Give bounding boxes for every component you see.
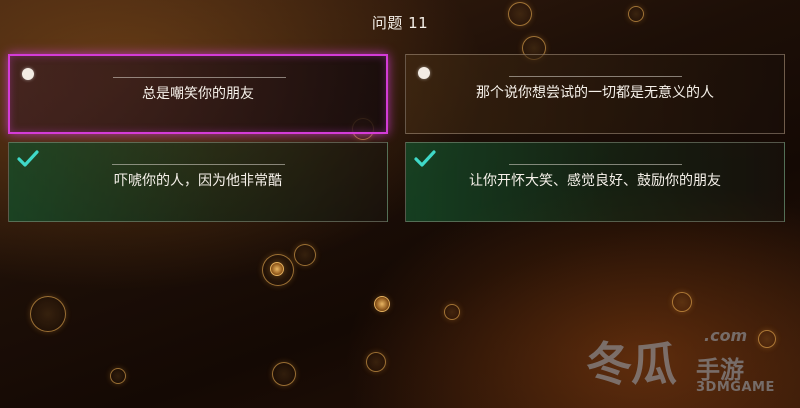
question-title: 问题 11 [371, 14, 429, 32]
bokeh-particle [374, 296, 390, 312]
answer-divider [509, 164, 682, 165]
answer-option-1[interactable]: 总是嘲笑你的朋友 [8, 54, 388, 134]
answer-text: 吓唬你的人，因为他非常酷 [114, 173, 282, 189]
watermark-en: 3DMGAME [696, 380, 775, 395]
bokeh-particle [444, 304, 460, 320]
watermark-domain: .com [704, 326, 748, 345]
answer-text: 总是嘲笑你的朋友 [142, 86, 254, 102]
radio-dot-icon [22, 68, 34, 80]
answer-divider [112, 164, 285, 165]
checkmark-icon [17, 150, 39, 167]
answer-option-2[interactable]: 那个说你想尝试的一切都是无意义的人 [405, 54, 785, 134]
answer-text: 让你开怀大笑、感觉良好、鼓励你的朋友 [469, 173, 721, 189]
bokeh-particle [672, 292, 692, 312]
bokeh-particle [270, 262, 284, 276]
bokeh-particle [294, 244, 316, 266]
answer-divider [509, 76, 682, 77]
bokeh-particle [110, 368, 126, 384]
game-screen: 问题 11 总是嘲笑你的朋友 那个说你想尝试的一切都是无意义的人 吓唬你的人，因… [0, 0, 800, 408]
answer-text: 那个说你想尝试的一切都是无意义的人 [476, 85, 714, 101]
bokeh-particle [272, 362, 296, 386]
answer-option-4[interactable]: 让你开怀大笑、感觉良好、鼓励你的朋友 [405, 142, 785, 222]
radio-dot-icon [418, 67, 430, 79]
watermark-main: 冬瓜 [586, 337, 677, 391]
bokeh-particle [366, 352, 386, 372]
bokeh-particle [30, 296, 66, 332]
site-watermark: 冬瓜 .com 手游 3DMGAME [586, 326, 786, 400]
checkmark-icon [414, 150, 436, 167]
answer-divider [113, 77, 286, 78]
answer-option-3[interactable]: 吓唬你的人，因为他非常酷 [8, 142, 388, 222]
